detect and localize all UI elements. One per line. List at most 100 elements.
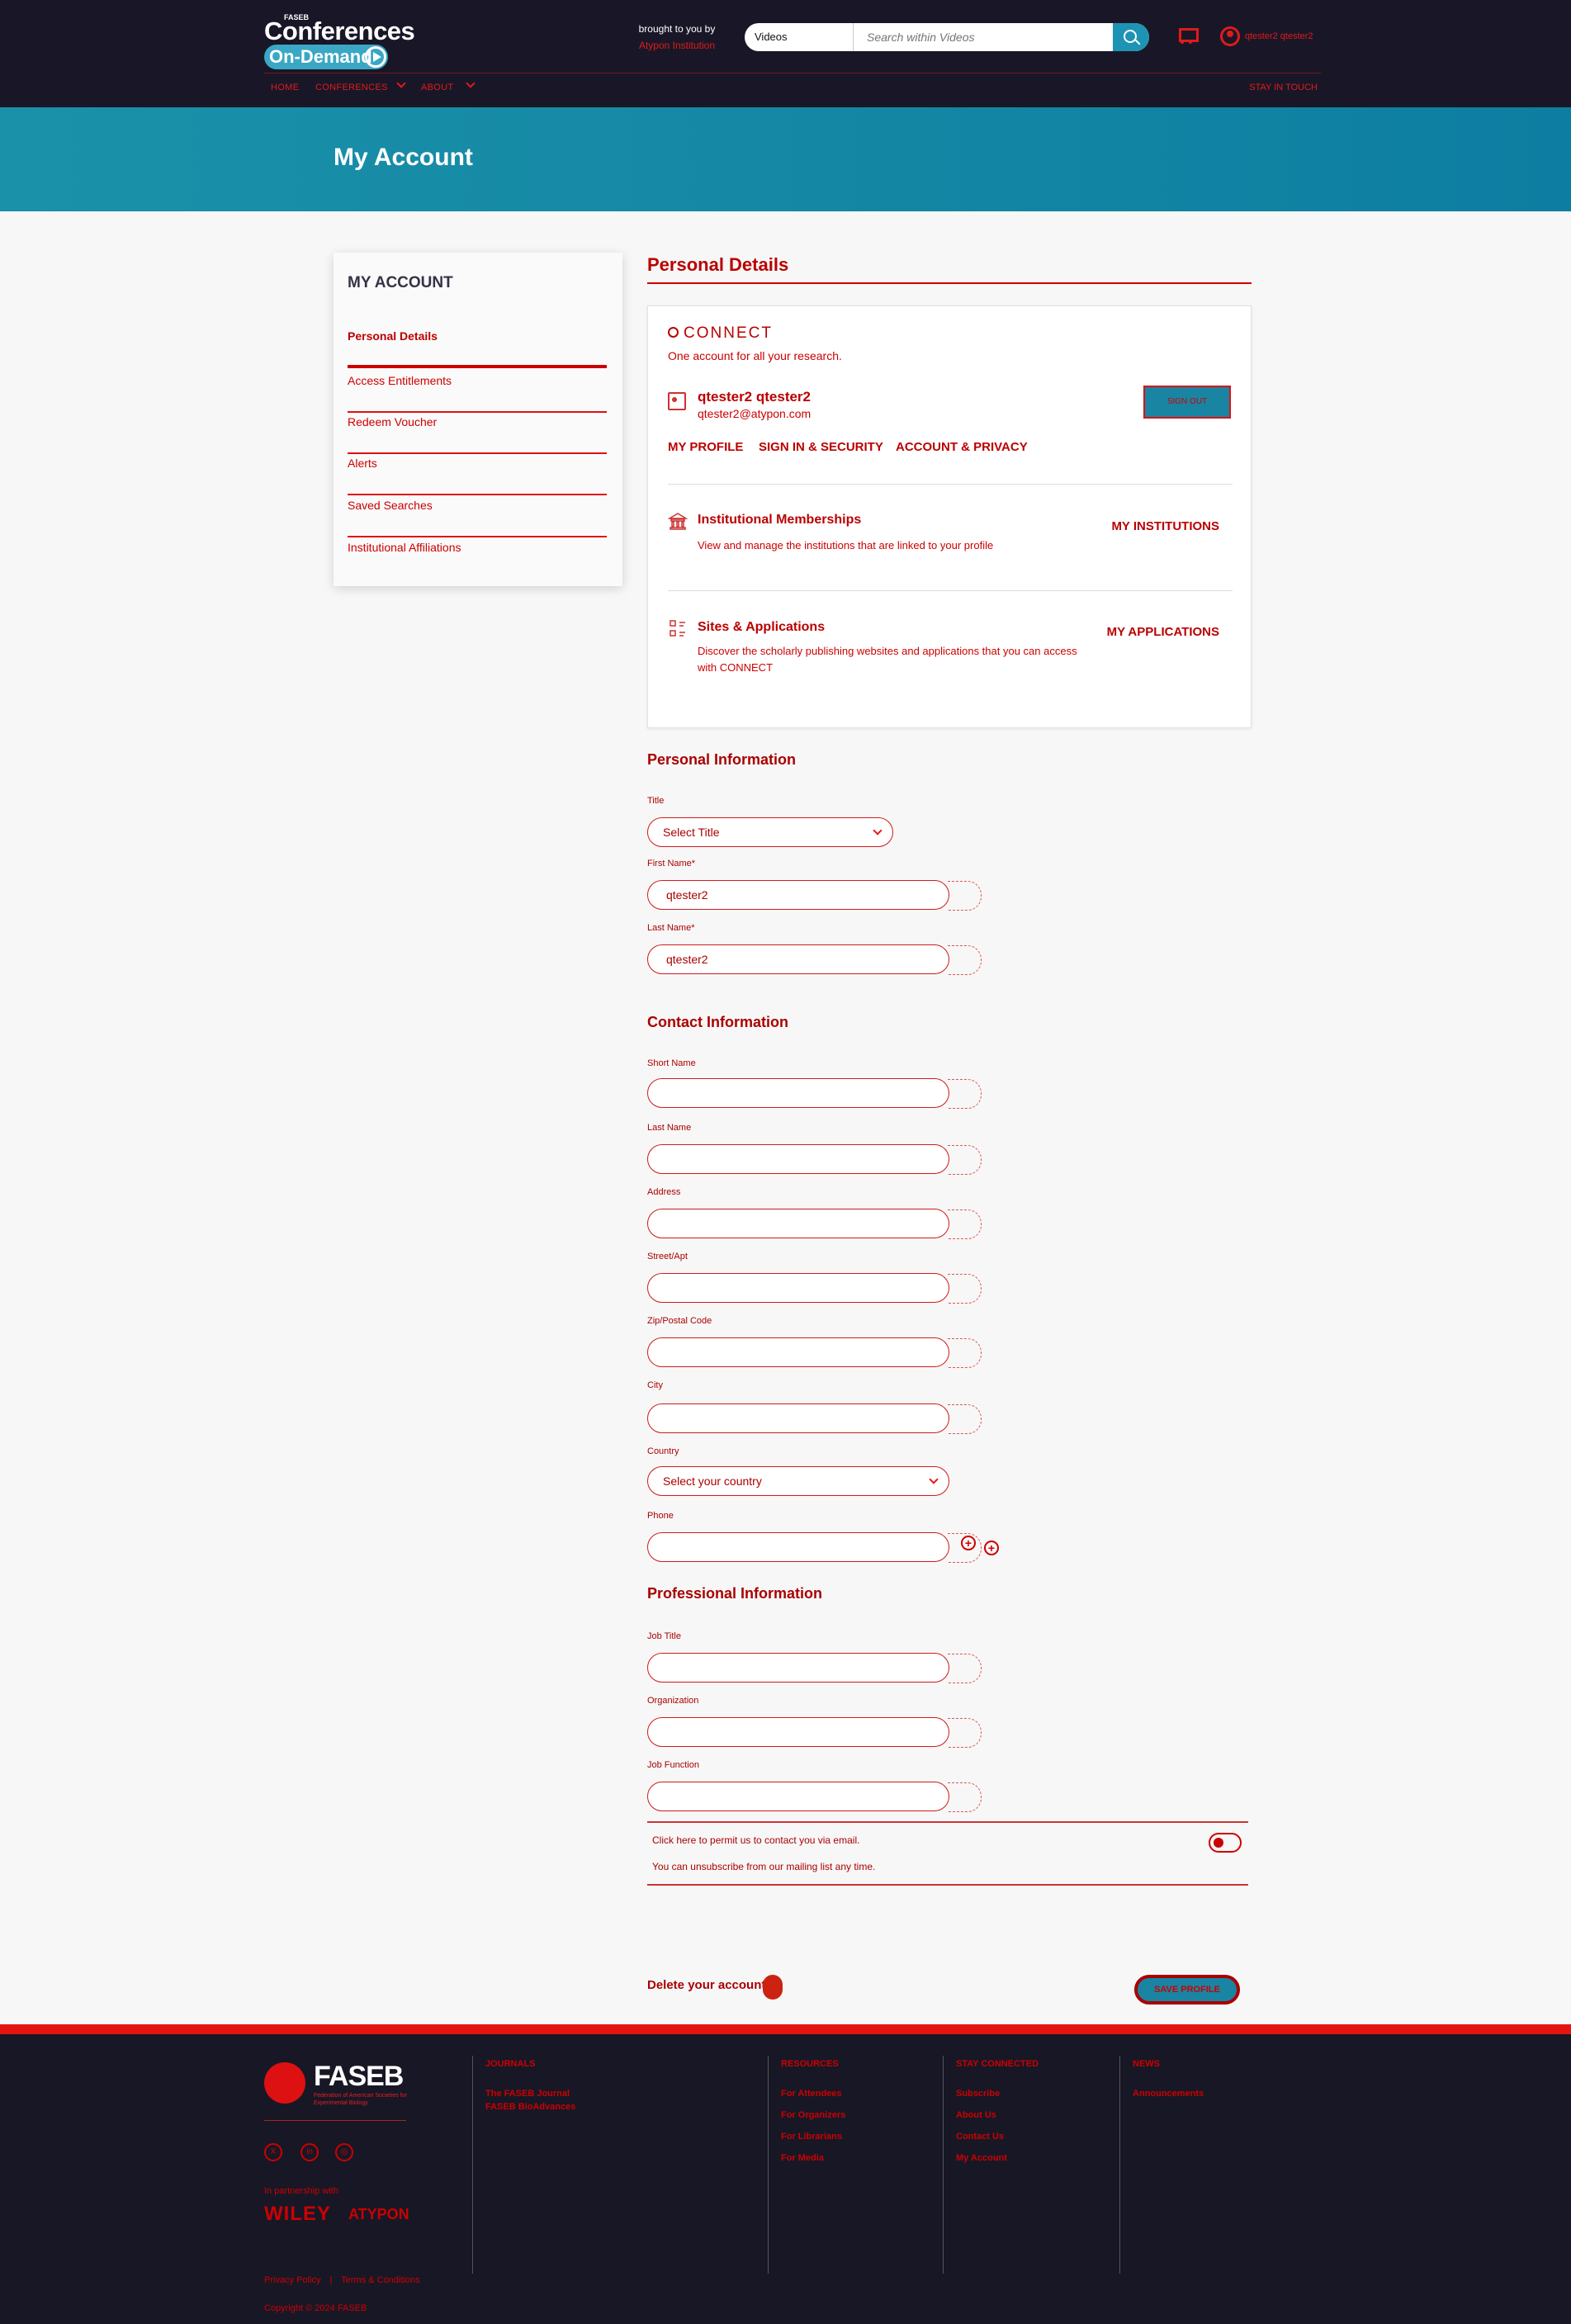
organization-label: Organization bbox=[647, 1696, 699, 1706]
footer-band bbox=[0, 2024, 1571, 2034]
footer-link-my-account[interactable]: My Account bbox=[956, 2153, 1007, 2163]
footer-link-media[interactable]: For Media bbox=[781, 2153, 824, 2163]
id-card-icon bbox=[668, 392, 686, 410]
phone-label: Phone bbox=[647, 1511, 674, 1521]
footer-link-organizers[interactable]: For Organizers bbox=[781, 2110, 845, 2120]
memberships-desc: View and manage the institutions that ar… bbox=[698, 539, 994, 551]
institution-icon bbox=[668, 513, 688, 530]
user-name[interactable]: qtester2 qtester2 bbox=[1245, 31, 1313, 41]
footer-link-faseb-journal[interactable]: The FASEB Journal bbox=[485, 2089, 570, 2099]
footer-column-divider bbox=[472, 2056, 473, 2274]
last-name-value: qtester2 bbox=[666, 953, 708, 966]
country-select[interactable]: Select your country bbox=[647, 1466, 949, 1496]
sidebar-item-access-entitlements[interactable]: Access Entitlements bbox=[348, 372, 607, 413]
consent-toggle[interactable] bbox=[1209, 1833, 1242, 1853]
job-title-field[interactable] bbox=[647, 1653, 982, 1683]
terms-link[interactable]: Terms & Conditions bbox=[341, 2275, 419, 2285]
sidebar-item-institutional-affiliations[interactable]: Institutional Affiliations bbox=[348, 538, 607, 580]
contact-info-heading: Contact Information bbox=[647, 1014, 788, 1030]
search-bar: Videos bbox=[745, 23, 1149, 51]
footer-link-attendees[interactable]: For Attendees bbox=[781, 2089, 842, 2099]
footer-link-announcements[interactable]: Announcements bbox=[1133, 2089, 1204, 2099]
address-field[interactable] bbox=[647, 1209, 982, 1239]
delete-account-link[interactable]: Delete your account. bbox=[647, 1978, 769, 1992]
nav-about[interactable]: ABOUT bbox=[421, 83, 453, 92]
organization-field[interactable] bbox=[647, 1717, 982, 1748]
sites-desc: Discover the scholarly publishing websit… bbox=[698, 645, 1077, 674]
job-function-field[interactable] bbox=[647, 1782, 982, 1812]
nav-conferences[interactable]: CONFERENCES bbox=[315, 83, 388, 92]
footer-link-subscribe[interactable]: Subscribe bbox=[956, 2089, 1000, 2099]
title-select[interactable]: Select Title bbox=[647, 817, 893, 847]
connect-user-name: qtester2 qtester2 bbox=[698, 389, 812, 405]
memberships-title: Institutional Memberships bbox=[698, 513, 862, 527]
privacy-policy-link[interactable]: Privacy Policy bbox=[264, 2275, 320, 2285]
first-name-field[interactable]: qtester2 bbox=[647, 880, 982, 911]
user-icon[interactable] bbox=[1220, 26, 1240, 46]
job-function-label: Job Function bbox=[647, 1760, 699, 1770]
chevron-down-icon[interactable] bbox=[466, 78, 476, 88]
job-title-label: Job Title bbox=[647, 1631, 681, 1641]
atypon-logo[interactable]: ATYPON bbox=[348, 2206, 409, 2223]
footer-column-divider bbox=[1119, 2056, 1120, 2274]
x-social-icon[interactable]: X bbox=[264, 2143, 282, 2161]
add-phone-icon[interactable]: + bbox=[961, 1536, 976, 1550]
my-applications-link[interactable]: MY APPLICATIONS bbox=[1107, 625, 1219, 639]
chevron-down-icon[interactable] bbox=[396, 78, 406, 88]
footer-logo[interactable]: FASEB bbox=[314, 2061, 404, 2093]
add-phone-icon[interactable]: + bbox=[984, 1541, 999, 1555]
linkedin-icon[interactable]: in bbox=[300, 2143, 319, 2161]
contact-last-name-field[interactable] bbox=[647, 1144, 982, 1175]
footer-link-contact-us[interactable]: Contact Us bbox=[956, 2132, 1004, 2142]
footer-link-faseb-bioadvances[interactable]: FASEB BioAdvances bbox=[485, 2102, 575, 2112]
footer-column-divider bbox=[943, 2056, 944, 2274]
institution-name[interactable]: Atypon Institution bbox=[636, 40, 718, 51]
wiley-logo[interactable]: WILEY bbox=[264, 2203, 331, 2226]
stay-connected-heading: STAY CONNECTED bbox=[956, 2059, 1039, 2069]
city-field[interactable] bbox=[647, 1403, 982, 1434]
footer-link-librarians[interactable]: For Librarians bbox=[781, 2132, 842, 2142]
sidebar-item-saved-searches[interactable]: Saved Searches bbox=[348, 496, 607, 537]
cart-icon[interactable] bbox=[1176, 25, 1199, 46]
footer-column-divider bbox=[768, 2056, 769, 2274]
footer-link-about-us[interactable]: About Us bbox=[956, 2110, 996, 2120]
tab-sign-in-security[interactable]: SIGN IN & SECURITY bbox=[759, 440, 883, 454]
sidebar-item-alerts[interactable]: Alerts bbox=[348, 454, 607, 495]
zip-field[interactable] bbox=[647, 1337, 982, 1368]
section-title: Personal Details bbox=[647, 254, 789, 275]
my-institutions-link[interactable]: MY INSTITUTIONS bbox=[1111, 519, 1219, 533]
last-name-field[interactable]: qtester2 bbox=[647, 944, 982, 975]
phone-field[interactable] bbox=[647, 1532, 982, 1563]
account-sidebar: MY ACCOUNT Personal Details Access Entit… bbox=[334, 253, 622, 586]
logo-pill-text: On-Demand bbox=[269, 46, 372, 67]
nav-stay-in-touch[interactable]: STAY IN TOUCH bbox=[1238, 83, 1318, 92]
search-button[interactable] bbox=[1113, 23, 1149, 51]
page-title: My Account bbox=[334, 144, 473, 171]
connect-ring-icon bbox=[668, 327, 679, 338]
sign-out-button[interactable]: SIGN OUT bbox=[1143, 386, 1231, 419]
search-input[interactable] bbox=[854, 23, 1116, 51]
partner-label: In partnership with bbox=[264, 2186, 338, 2196]
instagram-icon[interactable]: ◎ bbox=[335, 2143, 353, 2161]
title-select-value: Select Title bbox=[663, 826, 720, 839]
short-name-field[interactable] bbox=[647, 1078, 982, 1109]
delete-icon[interactable] bbox=[763, 1975, 783, 2000]
footer-legal: Privacy Policy | Terms & Conditions bbox=[264, 2275, 420, 2285]
first-name-value: qtester2 bbox=[666, 888, 708, 902]
zip-label: Zip/Postal Code bbox=[647, 1316, 712, 1326]
last-name-label: Last Name* bbox=[647, 923, 695, 933]
sidebar-item-personal-details[interactable]: Personal Details bbox=[348, 327, 607, 368]
tab-account-privacy[interactable]: ACCOUNT & PRIVACY bbox=[896, 440, 1028, 454]
nav-home[interactable]: HOME bbox=[271, 83, 299, 92]
tab-my-profile[interactable]: MY PROFILE bbox=[668, 440, 743, 454]
sidebar-item-redeem-voucher[interactable]: Redeem Voucher bbox=[348, 413, 607, 454]
footer-divider bbox=[264, 2120, 406, 2121]
connect-card: CONNECT One account for all your researc… bbox=[647, 305, 1252, 728]
card-divider bbox=[668, 590, 1233, 591]
save-profile-button[interactable]: SAVE PROFILE bbox=[1134, 1975, 1240, 2005]
professional-info-heading: Professional Information bbox=[647, 1585, 823, 1602]
site-footer: FASEB Federation of American Societies f… bbox=[0, 2034, 1571, 2324]
search-scope-select[interactable]: Videos bbox=[745, 23, 854, 51]
street-field[interactable] bbox=[647, 1273, 982, 1304]
street-label: Street/Apt bbox=[647, 1252, 688, 1261]
